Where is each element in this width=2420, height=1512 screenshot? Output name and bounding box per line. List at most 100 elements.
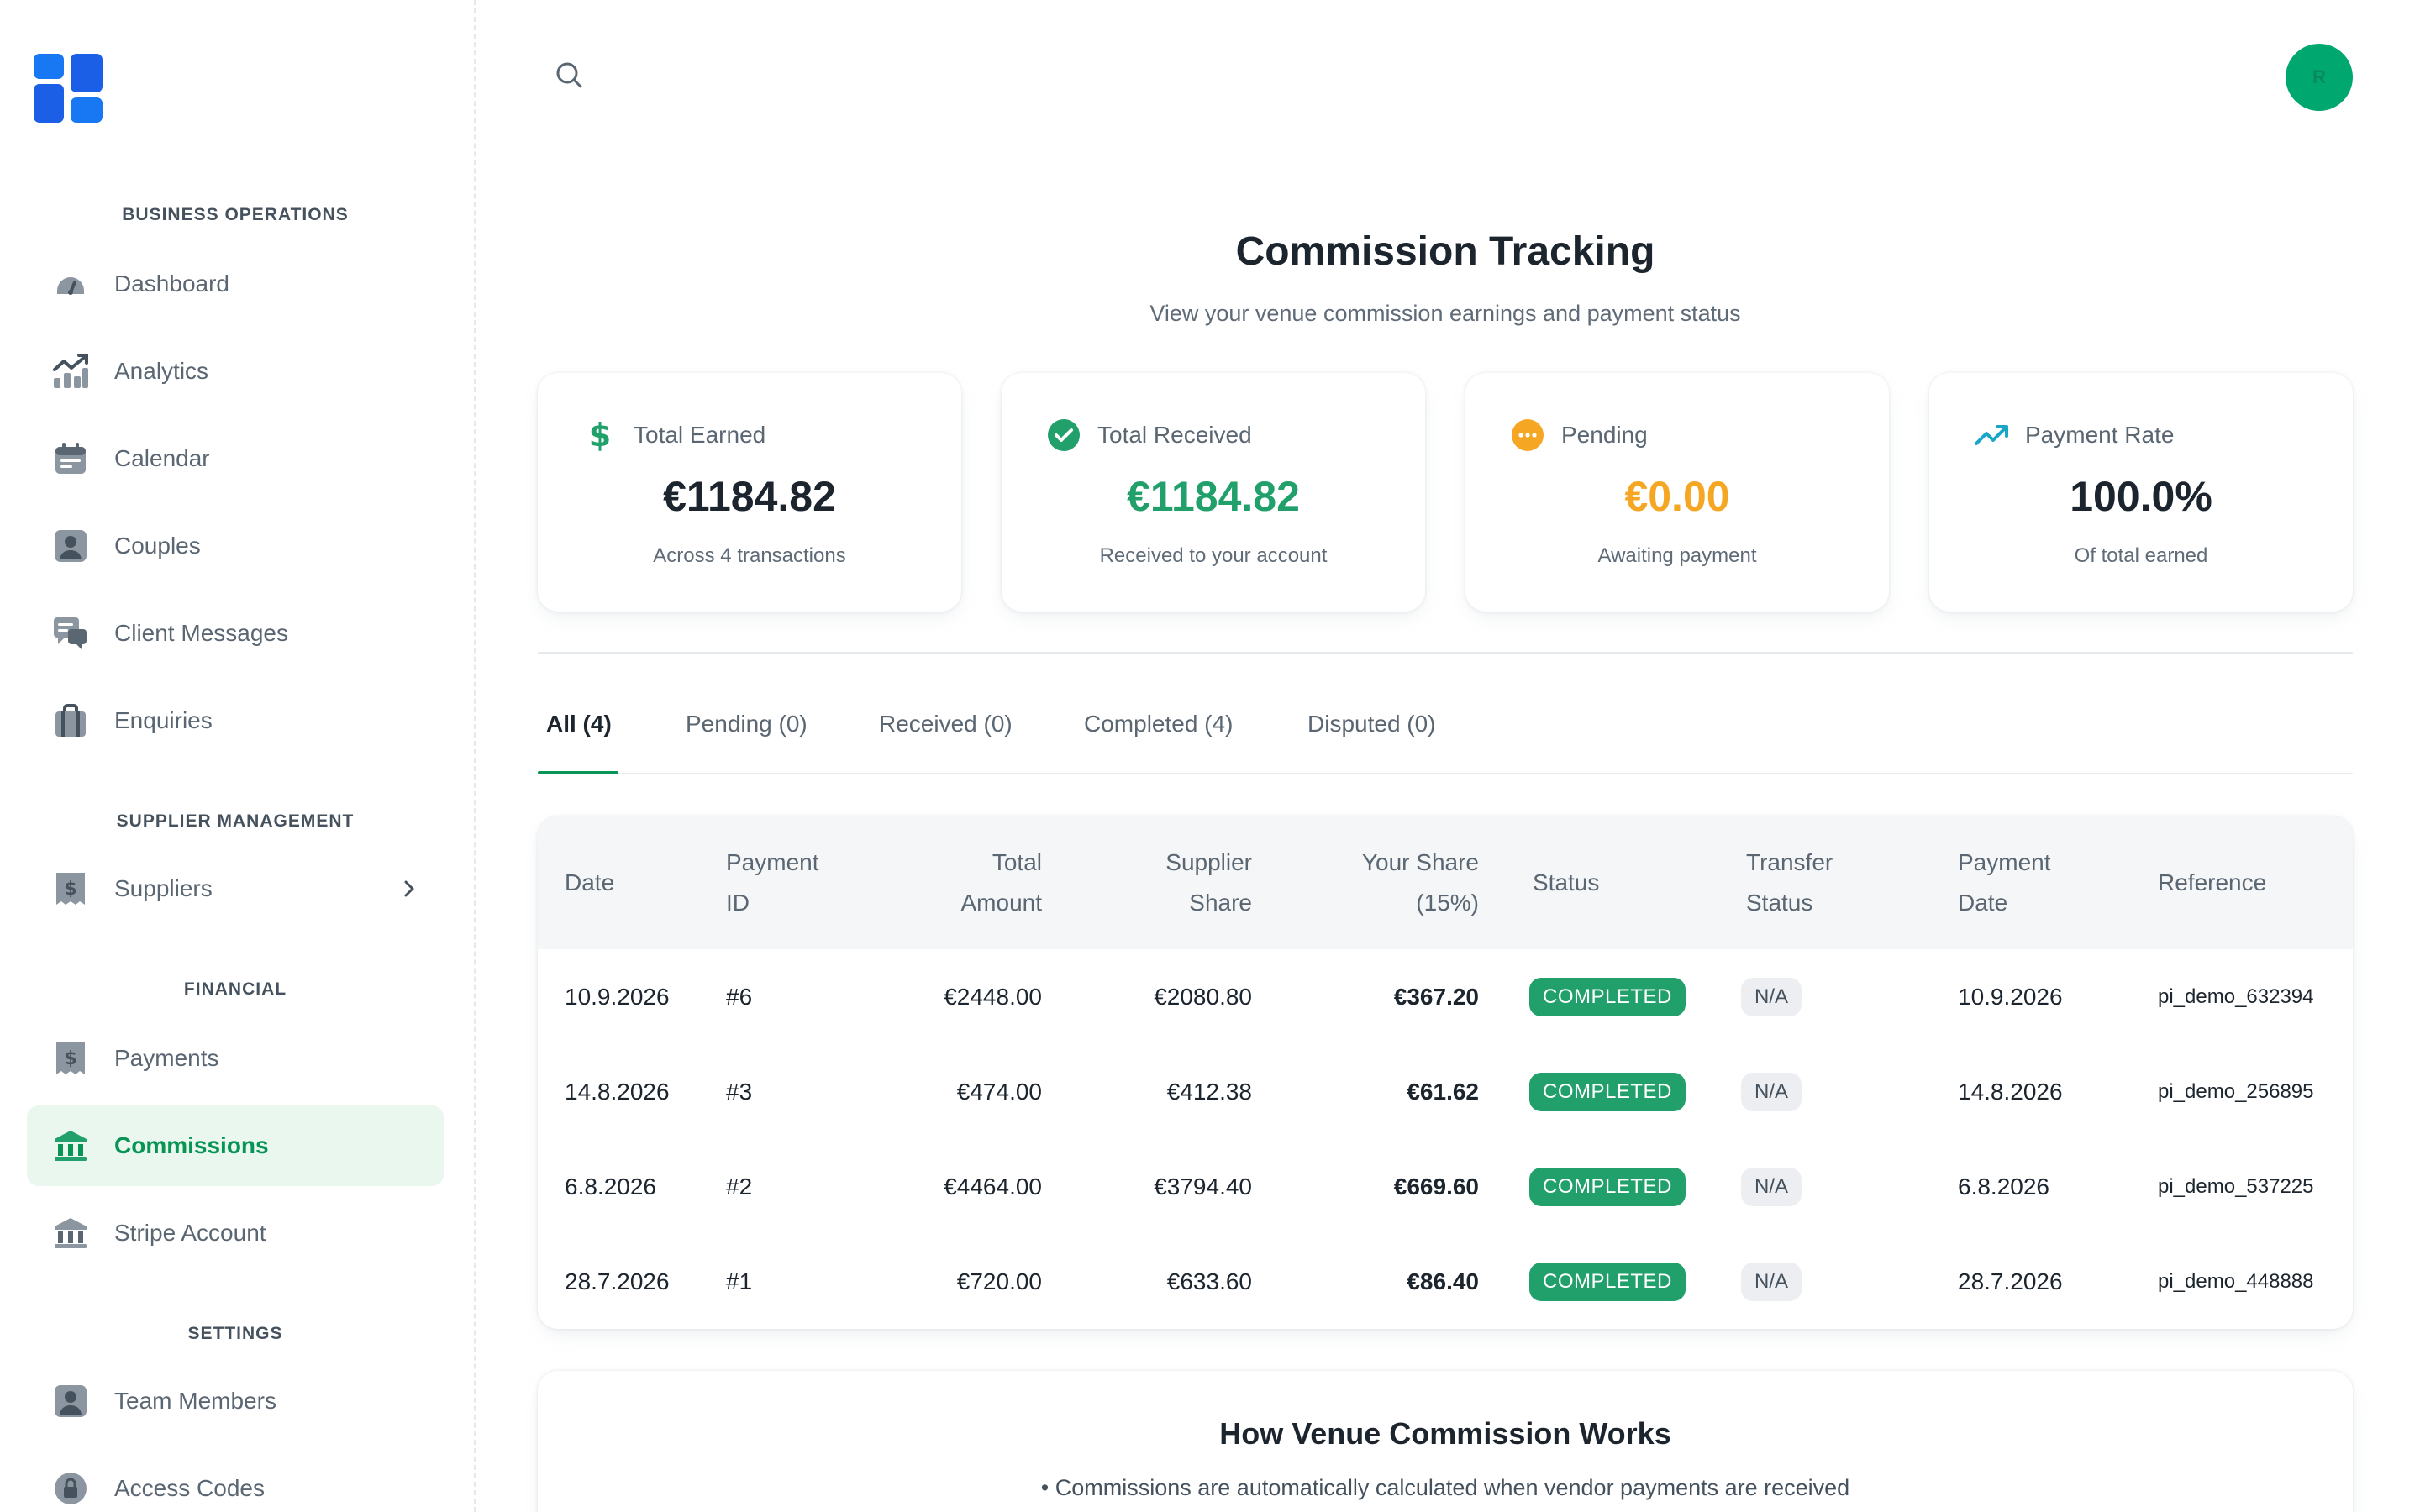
tab-pending[interactable]: Pending (0) <box>686 711 808 774</box>
sidebar-item-team-members[interactable]: Team Members <box>27 1361 444 1441</box>
sidebar-item-label: Team Members <box>114 1388 276 1414</box>
cell-payment-date: 28.7.2026 <box>1958 1268 2063 1294</box>
cell-date: 14.8.2026 <box>565 1078 670 1105</box>
cell-payment-id: #2 <box>726 1173 753 1200</box>
dollar-icon: $ <box>581 417 618 454</box>
divider <box>538 652 2353 654</box>
sidebar-item-suppliers[interactable]: $ Suppliers <box>27 848 444 929</box>
sidebar-item-analytics[interactable]: Analytics <box>27 331 444 412</box>
section-title-settings: SETTINGS <box>187 1324 283 1343</box>
filter-tabs: All (4) Pending (0) Received (0) Complet… <box>538 711 2353 774</box>
cell-payment-id: #3 <box>726 1078 753 1105</box>
stat-label: Total Earned <box>634 422 766 448</box>
avatar[interactable]: R <box>2286 44 2353 111</box>
sidebar-item-stripe-account[interactable]: Stripe Account <box>27 1193 444 1273</box>
analytics-chart-icon <box>52 353 89 390</box>
chevron-right-icon[interactable] <box>397 879 422 898</box>
calendar-icon <box>52 440 89 477</box>
cell-your-share: €61.62 <box>1407 1078 1479 1105</box>
stat-card-total-earned: $ Total Earned €1184.82 Across 4 transac… <box>538 373 961 612</box>
stat-label: Total Received <box>1097 422 1252 448</box>
cell-supplier-share: €3794.40 <box>1154 1173 1252 1200</box>
cell-supplier-share: €2080.80 <box>1154 983 1252 1010</box>
sidebar-item-access-codes[interactable]: Access Codes <box>27 1448 444 1512</box>
tab-completed[interactable]: Completed (4) <box>1084 711 1233 774</box>
section-title-supplier-management: SUPPLIER MANAGEMENT <box>116 811 355 831</box>
avatar-initial: R <box>2312 66 2326 87</box>
status-badge: COMPLETED <box>1529 1167 1686 1206</box>
sidebar-item-label: Enquiries <box>114 707 213 733</box>
svg-text:$: $ <box>64 1048 76 1069</box>
table-row[interactable]: 6.8.2026 #2 €4464.00 €3794.40 €669.60 CO… <box>538 1139 2353 1234</box>
sidebar-item-payments[interactable]: $ Payments <box>27 1018 444 1099</box>
sidebar: BUSINESS OPERATIONS Dashboard Analytics … <box>0 0 476 1512</box>
sidebar-item-calendar[interactable]: Calendar <box>27 418 444 499</box>
stat-card-total-received: Total Received €1184.82 Received to your… <box>1002 373 1425 612</box>
cell-total-amount: €2448.00 <box>944 983 1042 1010</box>
column-header-supplier-share[interactable]: Supplier Share <box>1084 843 1252 923</box>
column-header-date[interactable]: Date <box>565 863 614 903</box>
column-header-reference[interactable]: Reference <box>2158 863 2266 903</box>
tab-all[interactable]: All (4) <box>546 711 612 774</box>
stat-card-pending: Pending €0.00 Awaiting payment <box>1465 373 1889 612</box>
cell-date: 28.7.2026 <box>565 1268 670 1294</box>
page-subtitle: View your venue commission earnings and … <box>1150 301 1741 326</box>
bank-icon <box>52 1127 89 1164</box>
bank-icon <box>52 1215 89 1252</box>
cell-payment-date: 10.9.2026 <box>1958 983 2063 1010</box>
cell-date: 10.9.2026 <box>565 983 670 1010</box>
sidebar-item-label: Access Codes <box>114 1475 265 1501</box>
cell-payment-id: #1 <box>726 1268 753 1294</box>
cell-total-amount: €4464.00 <box>944 1173 1042 1200</box>
chat-icon <box>52 615 89 652</box>
tab-disputed[interactable]: Disputed (0) <box>1307 711 1436 774</box>
cell-date: 6.8.2026 <box>565 1173 656 1200</box>
svg-text:$: $ <box>64 879 76 900</box>
table-row[interactable]: 10.9.2026 #6 €2448.00 €2080.80 €367.20 C… <box>538 949 2353 1044</box>
section-title-financial: FINANCIAL <box>183 979 287 999</box>
cell-your-share: €86.40 <box>1407 1268 1479 1294</box>
cell-payment-date: 14.8.2026 <box>1958 1078 2063 1105</box>
cell-payment-id: #6 <box>726 983 753 1010</box>
table-row[interactable]: 28.7.2026 #1 €720.00 €633.60 €86.40 COMP… <box>538 1234 2353 1329</box>
sidebar-item-dashboard[interactable]: Dashboard <box>27 244 444 324</box>
tab-received[interactable]: Received (0) <box>879 711 1013 774</box>
stat-value: €0.00 <box>1624 473 1730 520</box>
stat-value: 100.0% <box>2070 473 2212 520</box>
invoice-dollar-icon: $ <box>52 870 89 907</box>
stat-value: €1184.82 <box>1127 473 1300 520</box>
column-header-payment-id[interactable]: Payment ID <box>726 843 819 923</box>
more-circle-icon <box>1509 417 1546 454</box>
stat-card-payment-rate: Payment Rate 100.0% Of total earned <box>1929 373 2353 612</box>
column-header-your-share[interactable]: Your Share (15%) <box>1286 843 1479 923</box>
search-button[interactable] <box>555 60 588 94</box>
cell-your-share: €367.20 <box>1393 983 1479 1010</box>
stat-label: Pending <box>1561 422 1648 448</box>
sidebar-item-label: Stripe Account <box>114 1220 266 1246</box>
table-row[interactable]: 14.8.2026 #3 €474.00 €412.38 €61.62 COMP… <box>538 1044 2353 1139</box>
invoice-dollar-icon: $ <box>52 1040 89 1077</box>
stat-value: €1184.82 <box>663 473 836 520</box>
svg-text:$: $ <box>589 418 611 452</box>
column-header-status[interactable]: Status <box>1533 863 1599 903</box>
sidebar-item-label: Client Messages <box>114 620 288 646</box>
column-header-total-amount[interactable]: Total Amount <box>874 843 1043 923</box>
sidebar-item-enquiries[interactable]: Enquiries <box>27 680 444 761</box>
stat-caption: Received to your account <box>1099 544 1328 567</box>
status-badge: COMPLETED <box>1529 1262 1686 1301</box>
status-badge: COMPLETED <box>1529 977 1686 1016</box>
stat-caption: Across 4 transactions <box>653 544 846 567</box>
lock-icon <box>52 1470 89 1507</box>
column-header-transfer-status[interactable]: Transfer Status <box>1746 843 1833 923</box>
transfer-status-badge: N/A <box>1741 1262 1802 1301</box>
cell-supplier-share: €412.38 <box>1166 1078 1252 1105</box>
sidebar-item-couples[interactable]: Couples <box>27 506 444 586</box>
cell-your-share: €669.60 <box>1393 1173 1479 1200</box>
cell-reference: pi_demo_537225 <box>2158 1174 2314 1198</box>
transfer-status-badge: N/A <box>1741 977 1802 1016</box>
sidebar-item-client-messages[interactable]: Client Messages <box>27 593 444 674</box>
app-logo[interactable] <box>34 54 103 123</box>
column-header-payment-date[interactable]: Payment Date <box>1958 843 2051 923</box>
sidebar-item-commissions[interactable]: Commissions <box>27 1105 444 1186</box>
tab-indicator <box>538 771 618 774</box>
